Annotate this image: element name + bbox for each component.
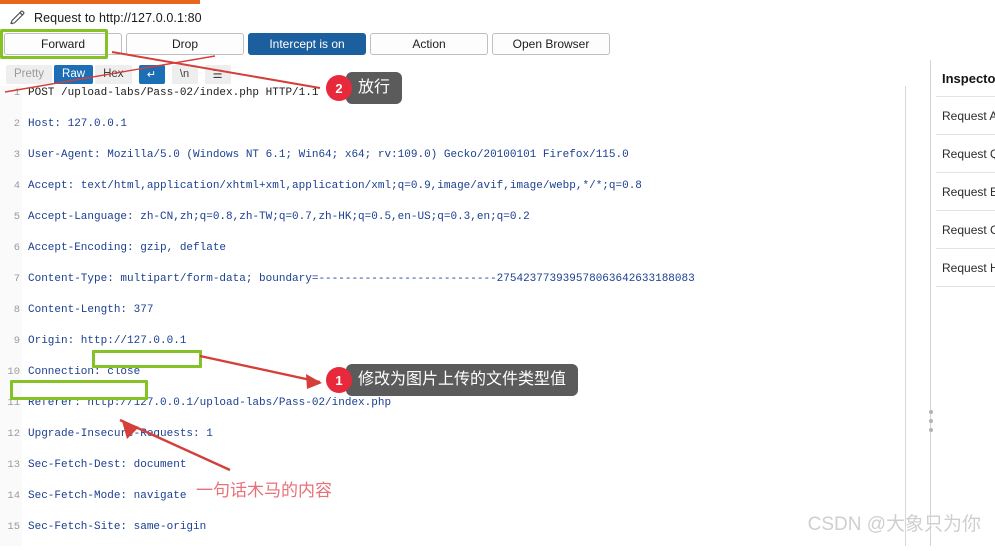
panel-divider[interactable]: [930, 60, 931, 546]
inspector-section-request-headers[interactable]: Request Headers: [936, 248, 995, 286]
drop-button[interactable]: Drop: [126, 33, 244, 55]
tab-pretty[interactable]: Pretty: [6, 64, 53, 84]
code-line[interactable]: 6 Accept-Encoding: gzip, deflate: [0, 241, 928, 257]
inspector-list-end-divider: [936, 286, 995, 287]
more-options-icon[interactable]: ☰: [204, 64, 231, 84]
inspector-title: Inspector: [942, 70, 995, 86]
line-content: User-Agent: Mozilla/5.0 (Windows NT 6.1;…: [28, 149, 629, 161]
line-content: Referer: http://127.0.0.1/upload-labs/Pa…: [28, 397, 392, 409]
line-content: Accept: text/html,application/xhtml+xml,…: [28, 180, 642, 192]
code-line[interactable]: 12 Upgrade-Insecure-Requests: 1: [0, 427, 928, 443]
request-editor[interactable]: 1 POST /upload-labs/Pass-02/index.php HTT…: [0, 86, 928, 546]
pencil-icon: [8, 9, 26, 27]
intercept-action-bar: Forward Drop Intercept is on Action Open…: [0, 29, 610, 59]
code-line[interactable]: 15 Sec-Fetch-Site: same-origin: [0, 520, 928, 536]
panel-resize-handle[interactable]: [926, 408, 935, 434]
line-content: Upgrade-Insecure-Requests: 1: [28, 428, 213, 440]
line-content: Connection: close: [28, 366, 141, 378]
line-number: 1: [13, 87, 20, 99]
line-number: 8: [13, 304, 20, 316]
inspector-panel: Inspector Request Attributes Request Que…: [936, 60, 995, 546]
handle-dot: [928, 419, 933, 423]
code-line[interactable]: 3 User-Agent: Mozilla/5.0 (Windows NT 6.1…: [0, 148, 928, 164]
editor-mode-bar: Pretty Raw Hex ↵ \n ☰: [6, 64, 231, 84]
inspector-section-request-body-parameters[interactable]: Request Body Parameters: [936, 172, 995, 210]
show-newlines-icon[interactable]: \n: [171, 64, 198, 84]
line-content: Content-Length: 377: [28, 304, 154, 316]
line-content: Sec-Fetch-Dest: document: [28, 459, 187, 471]
line-number: 7: [13, 273, 20, 285]
line-content: Content-Type: multipart/form-data; bound…: [28, 273, 695, 285]
line-number: 14: [7, 490, 20, 502]
line-number: 12: [7, 428, 20, 440]
handle-dot: [928, 410, 933, 414]
line-number: 3: [13, 149, 20, 161]
code-line[interactable]: 5 Accept-Language: zh-CN,zh;q=0.8,zh-TW;q…: [0, 210, 928, 226]
line-content: Sec-Fetch-Mode: navigate: [28, 490, 187, 502]
line-content: Origin: http://127.0.0.1: [28, 335, 187, 347]
inspector-section-request-cookies[interactable]: Request Cookies: [936, 210, 995, 248]
line-content: POST /upload-labs/Pass-02/index.php HTTP…: [28, 87, 319, 99]
code-line[interactable]: 10 Connection: close: [0, 365, 928, 381]
code-line[interactable]: 8 Content-Length: 377: [0, 303, 928, 319]
inspector-section-request-attributes[interactable]: Request Attributes: [936, 96, 995, 134]
tab-raw[interactable]: Raw: [54, 64, 94, 84]
line-content: Accept-Language: zh-CN,zh;q=0.8,zh-TW;q=…: [28, 211, 530, 223]
code-line[interactable]: 1 POST /upload-labs/Pass-02/index.php HTT…: [0, 86, 928, 102]
line-number: 11: [7, 397, 20, 409]
action-button[interactable]: Action: [370, 33, 488, 55]
line-number: 4: [13, 180, 20, 192]
word-wrap-icon[interactable]: ↵: [138, 64, 165, 84]
line-number: 5: [13, 211, 20, 223]
line-number: 13: [7, 459, 20, 471]
inspector-section-request-query-parameters[interactable]: Request Query Parameters: [936, 134, 995, 172]
open-browser-button[interactable]: Open Browser: [492, 33, 610, 55]
code-line[interactable]: 13 Sec-Fetch-Dest: document: [0, 458, 928, 474]
forward-button[interactable]: Forward: [4, 33, 122, 55]
request-raw-text[interactable]: 1 POST /upload-labs/Pass-02/index.php HTT…: [0, 86, 928, 533]
code-line[interactable]: 9 Origin: http://127.0.0.1: [0, 334, 928, 350]
line-content: Host: 127.0.0.1: [28, 118, 128, 130]
code-line[interactable]: 4 Accept: text/html,application/xhtml+xml…: [0, 179, 928, 195]
line-number: 9: [13, 335, 20, 347]
line-number: 6: [13, 242, 20, 254]
code-line[interactable]: 2 Host: 127.0.0.1: [0, 117, 928, 133]
line-number: 15: [7, 521, 20, 533]
intercept-toggle-button[interactable]: Intercept is on: [248, 33, 366, 55]
line-content: Accept-Encoding: gzip, deflate: [28, 242, 227, 254]
line-number: 2: [13, 118, 20, 130]
window-titlebar: Request to http://127.0.0.1:80: [0, 4, 995, 32]
line-number: 10: [7, 366, 20, 378]
tab-hex[interactable]: Hex: [95, 64, 132, 84]
code-line[interactable]: 11 Referer: http://127.0.0.1/upload-labs/…: [0, 396, 928, 412]
forward-button-wrap: Forward: [0, 29, 122, 59]
code-line[interactable]: 7 Content-Type: multipart/form-data; boun…: [0, 272, 928, 288]
code-line[interactable]: 14 Sec-Fetch-Mode: navigate: [0, 489, 928, 505]
page-title: Request to http://127.0.0.1:80: [34, 11, 202, 25]
line-content: Sec-Fetch-Site: same-origin: [28, 521, 207, 533]
handle-dot: [928, 428, 933, 432]
